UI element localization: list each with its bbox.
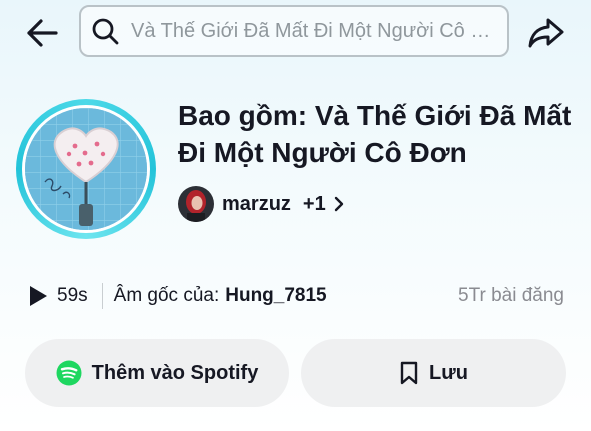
author-name: marzuz bbox=[222, 192, 291, 215]
add-to-spotify-button[interactable]: Thêm vào Spotify bbox=[25, 339, 289, 407]
play-icon[interactable] bbox=[28, 285, 48, 307]
post-count: 5Tr bài đăng bbox=[458, 285, 564, 306]
author-link[interactable]: marzuz +1 bbox=[178, 186, 344, 222]
chevron-right-icon bbox=[334, 196, 344, 212]
origin-label: Âm gốc của: bbox=[113, 285, 220, 306]
search-input[interactable] bbox=[129, 18, 503, 44]
share-arrow-icon bbox=[528, 18, 564, 48]
add-to-spotify-label: Thêm vào Spotify bbox=[91, 361, 259, 384]
arrow-left-icon bbox=[27, 19, 58, 47]
sound-cover bbox=[16, 99, 156, 239]
author-extra-count: +1 bbox=[302, 192, 326, 215]
save-button[interactable]: Lưu bbox=[301, 339, 566, 407]
origin-user-link[interactable]: Hung_7815 bbox=[225, 285, 326, 307]
cover-image bbox=[22, 105, 150, 233]
back-button[interactable] bbox=[22, 16, 62, 50]
sound-title: Bao gồm: Và Thế Giới Đã Mất Đi Một Người… bbox=[178, 100, 572, 168]
save-label: Lưu bbox=[429, 361, 468, 384]
sound-meta-row: 59s Âm gốc của: Hung_7815 5Tr bài đăng bbox=[28, 278, 568, 314]
share-button[interactable] bbox=[526, 14, 566, 52]
bookmark-icon bbox=[399, 361, 419, 385]
duration: 59s bbox=[57, 285, 88, 306]
search-icon bbox=[91, 17, 119, 45]
top-bar bbox=[0, 0, 591, 66]
avatar bbox=[178, 186, 214, 222]
heart-photo-image bbox=[25, 108, 147, 230]
search-bar[interactable] bbox=[79, 5, 509, 57]
divider bbox=[101, 283, 103, 309]
spotify-icon bbox=[56, 360, 82, 386]
